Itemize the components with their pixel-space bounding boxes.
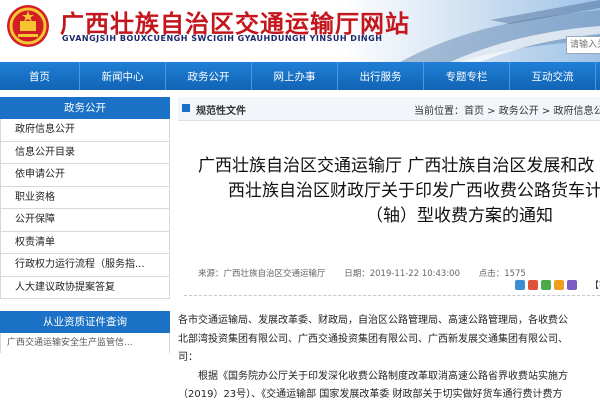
nav-item-online-services[interactable]: 网上办事 [252, 62, 338, 90]
section-square-icon [182, 104, 190, 112]
body-line: 各市交通运输局、发展改革委、财政局，自治区公路管理局、高速公路管理局，各收费公 [178, 315, 568, 326]
views-label: 点击：1575 [478, 269, 526, 279]
document-body: 各市交通运输局、发展改革委、财政局，自治区公路管理局、高速公路管理局，各收费公 … [178, 312, 600, 400]
body-line: 司： [178, 352, 198, 363]
share-wechat-icon[interactable] [541, 280, 551, 290]
sidebar-title: 政务公开 [0, 97, 170, 119]
qualification-query-title: 从业资质证件查询 [0, 311, 170, 333]
sidebar-item-label: 公开保障 [15, 214, 55, 225]
source-label: 来源：广西壮族自治区交通运输厅 [198, 269, 326, 279]
document-meta: 来源：广西壮族自治区交通运输厅 日期：2019-11-22 10:43:00 点… [198, 267, 526, 279]
body-line: 根据《国务院办公厅关于印发深化收费公路制度改革取消高速公路省界收费站实施方 [178, 370, 568, 382]
body-line: 北部湾投资集团有限公司、广西交通投资集团有限公司、广西新发展交通集团有限公司、 [178, 333, 568, 345]
nav-item-government-affairs[interactable]: 政务公开 [166, 62, 252, 90]
sidebar-item-label: 政府信息公开 [15, 124, 75, 135]
share-renren-icon[interactable] [554, 280, 564, 290]
document-title-line: （轴）型收费方案的通知 [366, 206, 553, 226]
share-icons [515, 280, 577, 290]
share-weibo-icon[interactable] [528, 280, 538, 290]
main-content: 规范性文件 当前位置：首页 > 政务公开 > 政府信息公 广西壮族自治区交通运输… [178, 97, 600, 400]
document-title-line: 广西壮族自治区交通运输厅 广西壮族自治区发展和改 [198, 156, 595, 176]
sidebar: 政务公开 政府信息公开 信息公开目录 依申请公开 职业资格 公开保障 权责清单 … [0, 97, 170, 400]
section-title: 规范性文件 [196, 106, 246, 117]
sidebar-item-label: 信息公开目录 [15, 146, 75, 158]
search-input[interactable] [566, 36, 600, 54]
national-emblem-icon [7, 5, 49, 47]
sidebar-item-label: 行政权力运行流程（服务指... [15, 259, 145, 270]
nav-item-interaction[interactable]: 互动交流 [510, 62, 596, 90]
date-label: 日期：2019-11-22 10:43:00 [344, 269, 460, 279]
section-bar: 规范性文件 当前位置：首页 > 政务公开 > 政府信息公 [178, 97, 600, 121]
font-size-toggle[interactable]: 【字体 [590, 278, 600, 291]
sidebar-item-on-request[interactable]: 依申请公开 [0, 164, 170, 187]
nav-item-special-topics[interactable]: 专题专栏 [424, 62, 510, 90]
sidebar-item-proposal-replies[interactable]: 人大建议政协提案答复 [0, 276, 170, 299]
sidebar-item-label: 职业资格 [15, 191, 55, 203]
nav-item-news[interactable]: 新闻中心 [80, 62, 166, 90]
site-subtitle: GVANGJSIH BOUXCUENGH SWCIGIH GYAUHDUNGH … [62, 34, 383, 43]
sidebar-item-disclosure-guarantee[interactable]: 公开保障 [0, 209, 170, 232]
sidebar-item-label: 权责清单 [15, 236, 55, 248]
nav-item-home[interactable]: 首页 [0, 62, 80, 90]
share-qzone-icon[interactable] [515, 280, 525, 290]
sidebar-item-info-catalog[interactable]: 信息公开目录 [0, 141, 170, 164]
sidebar-item-label: 人大建议政协提案答复 [15, 281, 115, 293]
sidebar-item-safety-supervision[interactable]: 广西交通运输安全生产监管信... [0, 333, 170, 353]
site-header: 广西壮族自治区交通运输厅网站 GVANGJSIH BOUXCUENGH SWCI… [0, 0, 600, 62]
document-title-line: 西壮族自治区财政厅关于印发广西收费公路货车计费方 [228, 181, 600, 201]
sidebar-item-gov-info[interactable]: 政府信息公开 [0, 119, 170, 142]
breadcrumb: 当前位置：首页 > 政务公开 > 政府信息公 [414, 106, 600, 117]
body-line: （2019）23号）、《交通运输部 国家发展改革委 财政部关于切实做好货车通行费… [178, 389, 563, 400]
share-more-icon[interactable] [567, 280, 577, 290]
main-nav: 首页 新闻中心 政务公开 网上办事 出行服务 专题专栏 互动交流 [0, 62, 600, 90]
sidebar-item-label: 依申请公开 [15, 169, 65, 180]
nav-item-travel-services[interactable]: 出行服务 [338, 62, 424, 90]
meta-divider [184, 295, 600, 296]
sidebar-item-qualifications[interactable]: 职业资格 [0, 186, 170, 209]
sidebar-item-responsibility-list[interactable]: 权责清单 [0, 231, 170, 254]
sidebar-item-power-process[interactable]: 行政权力运行流程（服务指... [0, 254, 170, 277]
